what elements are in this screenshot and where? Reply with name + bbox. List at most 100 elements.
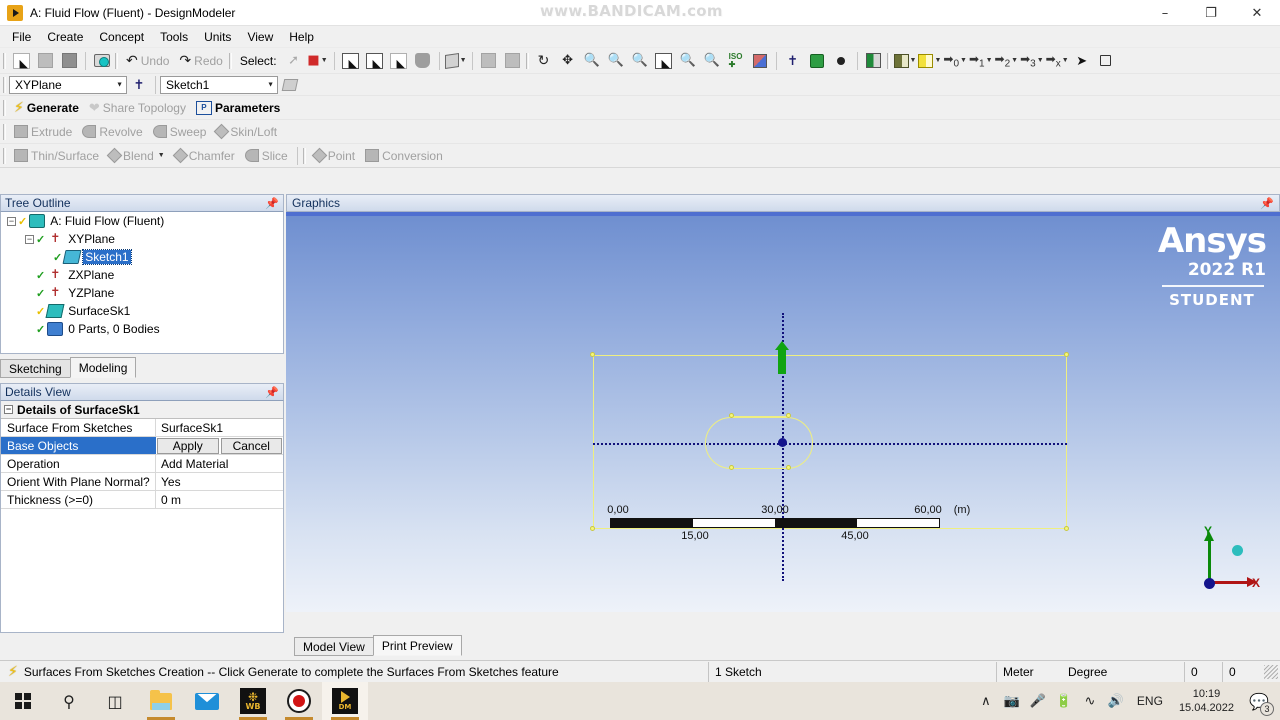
- pin-icon[interactable]: 📌: [265, 386, 279, 399]
- sketch-vertex[interactable]: [786, 413, 791, 418]
- details-row-thickness[interactable]: Thickness (>=0) 0 m: [1, 491, 283, 509]
- sketch-vertex[interactable]: [729, 413, 734, 418]
- zoom-in-icon[interactable]: 🔍: [605, 50, 627, 72]
- active-sketch-select[interactable]: Sketch1 ▼: [160, 75, 278, 94]
- tab-sketching[interactable]: Sketching: [0, 359, 71, 378]
- details-group-header[interactable]: − Details of SurfaceSk1: [1, 401, 283, 419]
- tree-node-fluid-flow[interactable]: − ✓ A: Fluid Flow (Fluent): [1, 212, 283, 230]
- thin-surface-button[interactable]: Thin/Surface: [9, 145, 104, 167]
- point-button[interactable]: Point: [309, 145, 360, 167]
- battery-icon[interactable]: 🔋: [1051, 682, 1077, 720]
- sketch-slot-top-edge[interactable]: [731, 416, 789, 417]
- new-plane-x-icon[interactable]: ➡x ▼: [1046, 50, 1069, 72]
- tree-outline-body[interactable]: − ✓ A: Fluid Flow (Fluent) − ✓ ✝ XYPlane…: [0, 212, 284, 354]
- tree-node-parts-bodies[interactable]: ✓ 0 Parts, 0 Bodies: [1, 320, 283, 338]
- sketch-vertex[interactable]: [1064, 352, 1069, 357]
- taskbar-designmodeler[interactable]: DM: [322, 682, 368, 720]
- resize-grip[interactable]: [1264, 664, 1278, 679]
- select-body-icon[interactable]: [412, 50, 434, 72]
- pin-icon[interactable]: 📌: [265, 197, 279, 210]
- language-indicator[interactable]: ENG: [1129, 694, 1171, 708]
- new-plane-2-icon[interactable]: ➡2 ▼: [995, 50, 1019, 72]
- sketch-rectangle[interactable]: [593, 355, 1067, 529]
- tree-node-sketch1[interactable]: ✓ Sketch1: [1, 248, 283, 266]
- isometric-view-icon[interactable]: ISO ✚: [725, 50, 747, 72]
- triad-z-axis-ball[interactable]: [1232, 545, 1243, 556]
- apply-button[interactable]: Apply: [157, 437, 219, 454]
- camera-icon[interactable]: 📷: [999, 682, 1025, 720]
- wifi-icon[interactable]: ∿: [1077, 682, 1103, 720]
- new-sketch-button[interactable]: [279, 74, 301, 96]
- maximize-button[interactable]: ❐: [1188, 0, 1234, 26]
- sketch-vertex[interactable]: [1064, 526, 1069, 531]
- box-select-icon[interactable]: ■ ▼: [307, 50, 329, 72]
- tray-expand-chevron-icon[interactable]: ∧: [973, 682, 999, 720]
- menu-create[interactable]: Create: [39, 27, 91, 47]
- share-topology-button[interactable]: ❤ Share Topology: [84, 97, 191, 119]
- zoom-to-fit-icon[interactable]: [653, 50, 675, 72]
- toolbar-grip[interactable]: [115, 52, 118, 69]
- redo-button[interactable]: ↷ Redo: [174, 50, 227, 72]
- menu-view[interactable]: View: [239, 27, 281, 47]
- toolbar-grip[interactable]: [525, 52, 529, 69]
- selection-filter2-icon[interactable]: [502, 50, 524, 72]
- chamfer-button[interactable]: Chamfer: [170, 145, 240, 167]
- new-plane-button[interactable]: ✝: [128, 74, 150, 96]
- print-preview-icon[interactable]: [863, 50, 885, 72]
- mic-icon[interactable]: 🎤: [1025, 682, 1051, 720]
- selection-filter-icon[interactable]: [478, 50, 500, 72]
- sketch-origin-point[interactable]: [778, 438, 787, 447]
- toolbar-grip[interactable]: [3, 52, 6, 69]
- details-row-base-objects[interactable]: Base Objects Apply Cancel: [1, 437, 283, 455]
- menu-concept[interactable]: Concept: [91, 27, 152, 47]
- property-value[interactable]: 0 m: [156, 491, 283, 508]
- details-row-orient-with-plane-normal[interactable]: Orient With Plane Normal? Yes: [1, 473, 283, 491]
- expander-icon[interactable]: −: [25, 234, 34, 244]
- sketch-slot[interactable]: [705, 417, 813, 469]
- undo-button[interactable]: ↶ Undo: [121, 50, 174, 72]
- clock[interactable]: 10:19 15.04.2022: [1171, 687, 1242, 715]
- volume-icon[interactable]: 🔊: [1103, 682, 1129, 720]
- tree-node-yzplane[interactable]: ✓ ✝ YZPlane: [1, 284, 283, 302]
- look-at-face-icon[interactable]: [749, 50, 771, 72]
- magnify-grey-icon[interactable]: 🔍: [701, 50, 723, 72]
- select-vertex-icon[interactable]: [340, 50, 362, 72]
- taskbar-bandicam[interactable]: [276, 682, 322, 720]
- expander-icon[interactable]: −: [7, 216, 16, 226]
- revolve-button[interactable]: Revolve: [77, 121, 147, 143]
- tab-print-preview[interactable]: Print Preview: [372, 635, 462, 656]
- generate-button[interactable]: ⚡ Generate: [9, 97, 84, 119]
- new-plane-1-icon[interactable]: ➡1 ▼: [969, 50, 993, 72]
- new-plane-3-icon[interactable]: ➡3 ▼: [1020, 50, 1044, 72]
- toolbar-grip[interactable]: [228, 52, 232, 69]
- magnify-green-icon[interactable]: 🔍: [677, 50, 699, 72]
- start-button[interactable]: [0, 682, 46, 720]
- select-edge-icon[interactable]: [364, 50, 386, 72]
- new-sketch-icon[interactable]: ➤: [1071, 50, 1093, 72]
- sketch-vertex[interactable]: [786, 465, 791, 470]
- taskbar-workbench[interactable]: ❉ WB: [230, 682, 276, 720]
- tab-modeling[interactable]: Modeling: [69, 357, 137, 378]
- taskbar-file-explorer[interactable]: [138, 682, 184, 720]
- toolbar-grip[interactable]: [3, 76, 6, 93]
- toolbar-grip[interactable]: [3, 99, 6, 116]
- sketch-slot-bottom-edge[interactable]: [731, 468, 789, 469]
- extrude-button[interactable]: Extrude: [9, 121, 77, 143]
- sketch-color-olive-icon[interactable]: ▼: [893, 50, 916, 72]
- details-row-surface-from-sketches[interactable]: Surface From Sketches SurfaceSk1: [1, 419, 283, 437]
- tree-node-surfacesk1[interactable]: ✓ SurfaceSk1: [1, 302, 283, 320]
- tree-node-zxplane[interactable]: ✓ ✝ ZXPlane: [1, 266, 283, 284]
- taskbar-mail[interactable]: [184, 682, 230, 720]
- display-points-icon[interactable]: [830, 50, 852, 72]
- save-file-icon[interactable]: [58, 50, 80, 72]
- property-value[interactable]: Yes: [156, 473, 283, 490]
- blend-button[interactable]: Blend ▼: [104, 145, 170, 167]
- tab-model-view[interactable]: Model View: [294, 637, 374, 656]
- rotate-icon[interactable]: ↻: [533, 50, 555, 72]
- details-row-operation[interactable]: Operation Add Material: [1, 455, 283, 473]
- toolbar-grip[interactable]: [3, 147, 6, 164]
- coordinate-triad[interactable]: Y X: [1182, 518, 1260, 594]
- menu-help[interactable]: Help: [281, 27, 322, 47]
- new-plane-0-icon[interactable]: ➡0 ▼: [943, 50, 967, 72]
- parameters-button[interactable]: P Parameters: [191, 97, 285, 119]
